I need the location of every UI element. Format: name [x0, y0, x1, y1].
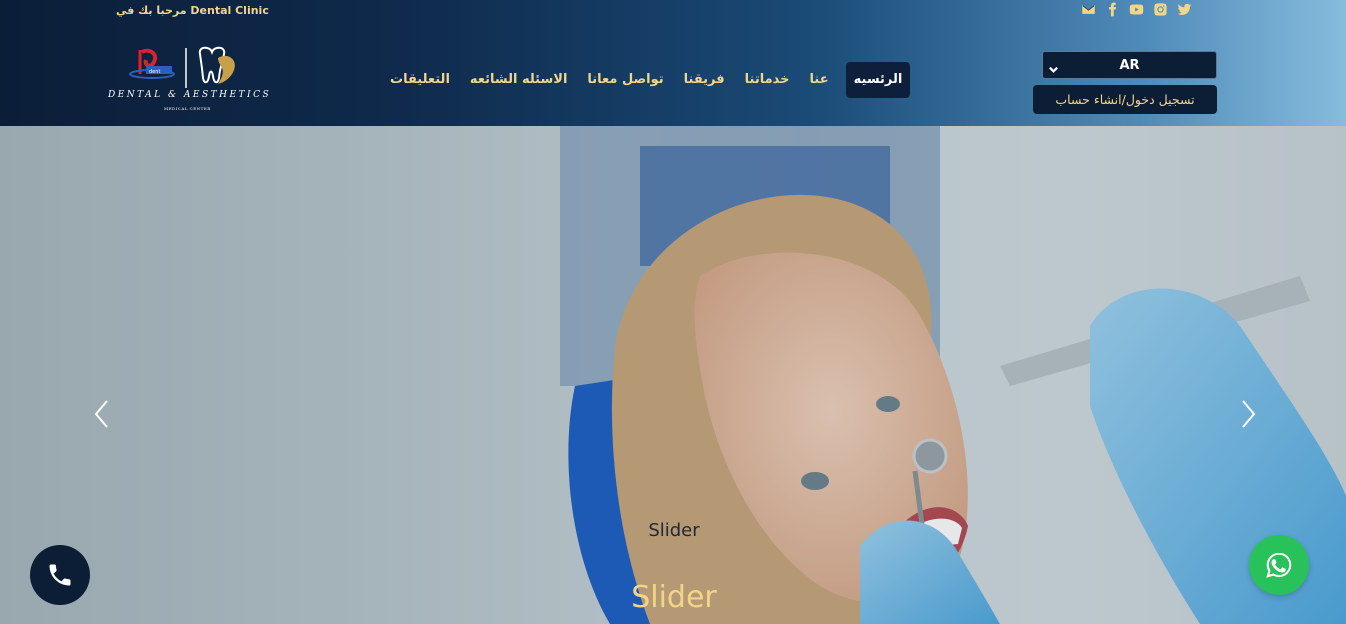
svg-text:dent: dent — [149, 69, 160, 75]
logo-subtitle: MEDICAL CENTER — [164, 106, 211, 111]
language-select[interactable]: AR — [1042, 51, 1217, 79]
facebook-icon[interactable] — [1104, 1, 1121, 18]
clinic-logo[interactable]: dent DENTAL & AESTHETICS MEDICAL CENTER — [106, 44, 296, 114]
slide-caption: Slider — [648, 520, 700, 541]
phone-icon — [49, 564, 71, 586]
main-nav: الرئسيه عنا خدماتنا فريقنا تواصل معانا الاسئل… — [380, 62, 911, 98]
chevron-down-icon — [1048, 60, 1059, 73]
social-links — [1080, 1, 1193, 19]
youtube-icon[interactable] — [1128, 1, 1145, 18]
nav-item-6[interactable]: التعليقات — [380, 62, 460, 98]
call-button[interactable] — [30, 545, 90, 605]
nav-item-2[interactable]: خدماتنا — [735, 62, 800, 98]
nav-item-5[interactable]: الاسئله الشائعه — [460, 62, 578, 98]
twitter-icon[interactable] — [1176, 1, 1193, 18]
whatsapp-icon — [1266, 552, 1292, 578]
nav-item-1[interactable]: عنا — [800, 62, 839, 98]
welcome-text: مرحبا بك في Dental Clinic — [116, 4, 269, 17]
logo-name: DENTAL & AESTHETICS — [108, 90, 272, 100]
language-value: AR — [1119, 57, 1140, 73]
instagram-icon[interactable] — [1152, 1, 1169, 18]
envelope-icon[interactable] — [1080, 1, 1097, 18]
nav-item-4[interactable]: تواصل معانا — [577, 62, 673, 98]
hero-slider: Slider Slider — [0, 126, 1346, 624]
login-register-button[interactable]: تسجيل دخول/انشاء حساب — [1033, 85, 1217, 114]
nav-item-3[interactable]: فريقنا — [674, 62, 735, 98]
slide-title: Slider — [631, 580, 717, 615]
hero-overlay — [0, 126, 1346, 624]
site-header: مرحبا بك في Dental Clinic dent DENTAL & … — [0, 0, 1346, 126]
chevron-left-icon[interactable] — [92, 399, 112, 429]
chevron-right-icon[interactable] — [1238, 399, 1258, 429]
logo-mark-icon: dent — [129, 46, 235, 88]
whatsapp-button[interactable] — [1249, 535, 1309, 595]
nav-item-0[interactable]: الرئسيه — [845, 62, 911, 98]
